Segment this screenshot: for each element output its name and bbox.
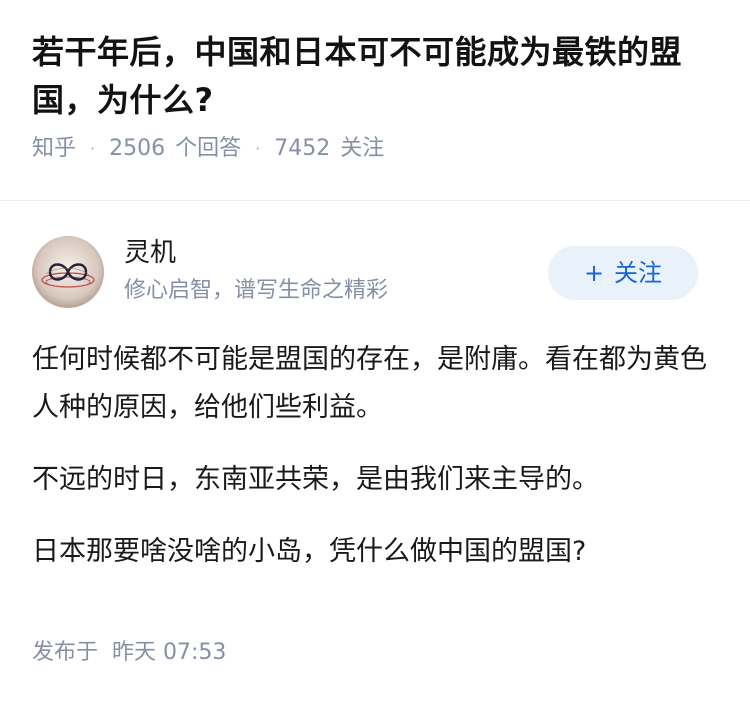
source-label[interactable]: 知乎 xyxy=(32,134,76,164)
follow-count[interactable]: 7452 xyxy=(274,134,330,164)
follow-count-label[interactable]: 关注 xyxy=(340,134,384,164)
question-meta: 知乎 · 2506 个回答 · 7452 关注 xyxy=(32,134,718,164)
published-label: 发布于 xyxy=(32,640,99,665)
follow-button[interactable]: + 关注 xyxy=(548,246,698,300)
separator-dot: · xyxy=(90,139,96,158)
divider xyxy=(0,200,750,201)
answer-count[interactable]: 2506 xyxy=(109,134,165,164)
question-header: 若干年后，中国和日本可不可能成为最铁的盟国，为什么? 知乎 · 2506 个回答… xyxy=(0,0,750,164)
answer-paragraph: 任何时候都不可能是盟国的存在，是附庸。看在都为黄色人种的原因，给他们些利益。 xyxy=(32,344,707,423)
plus-icon: + xyxy=(583,259,605,287)
answer-paragraph: 日本那要啥没啥的小岛，凭什么做中国的盟国? xyxy=(32,536,587,567)
avatar[interactable] xyxy=(32,236,104,308)
published-time: 昨天 07:53 xyxy=(112,640,227,665)
answer-content: 任何时候都不可能是盟国的存在，是附庸。看在都为黄色人种的原因，给他们些利益。 不… xyxy=(32,336,718,600)
follow-button-label: 关注 xyxy=(614,259,663,287)
infinity-logo-avatar-icon xyxy=(32,236,104,308)
author-bio: 修心启智，谱写生命之精彩 xyxy=(124,278,389,303)
question-title[interactable]: 若干年后，中国和日本可不可能成为最铁的盟国，为什么? xyxy=(32,28,722,124)
author-name[interactable]: 灵机 xyxy=(124,236,176,270)
separator-dot: · xyxy=(255,139,261,158)
answer-count-label[interactable]: 个回答 xyxy=(175,134,241,164)
publish-time: 发布于 昨天 07:53 xyxy=(32,638,226,668)
answer-paragraph: 不远的时日，东南亚共荣，是由我们来主导的。 xyxy=(32,464,599,495)
author-info: 灵机 修心启智，谱写生命之精彩 + 关注 xyxy=(32,236,718,308)
